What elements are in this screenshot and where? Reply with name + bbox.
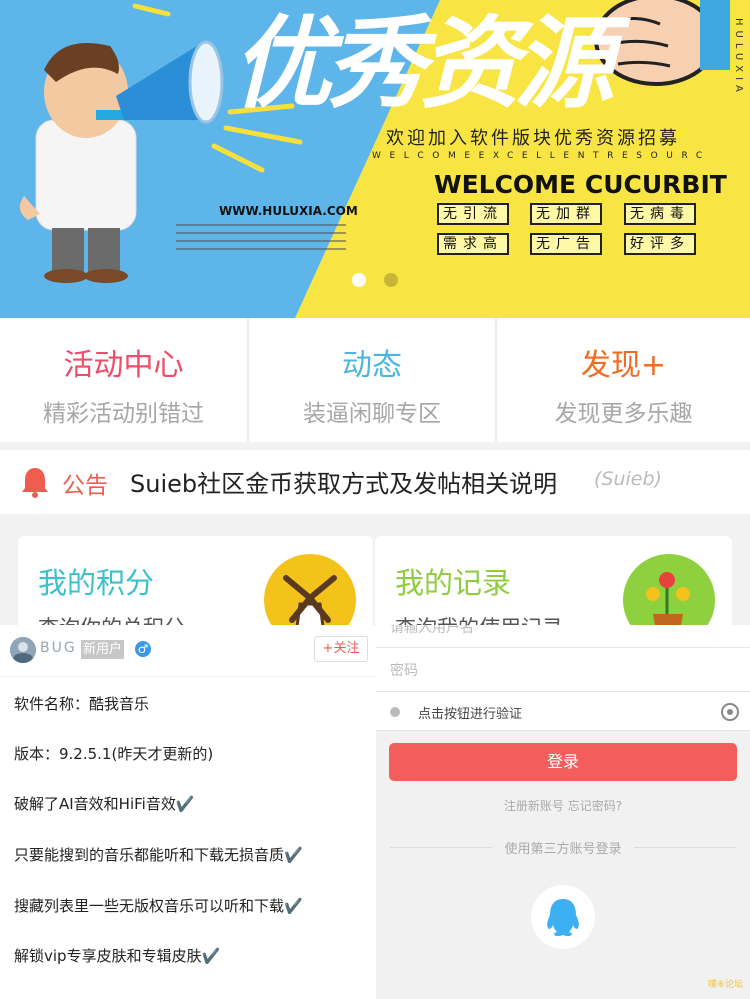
- banner-tag: 无引流: [437, 203, 509, 225]
- banner-welcome-cn: 欢迎加入软件版块优秀资源招募: [386, 128, 680, 149]
- nav-subtitle: 精彩活动别错过: [43, 401, 204, 427]
- banner-tag: 无加群: [530, 203, 602, 225]
- carousel-dot-active[interactable]: [352, 273, 366, 287]
- banner-tag: 好评多: [624, 233, 696, 255]
- banner-side-text: HULUXIA: [733, 18, 744, 97]
- post-line: 搜藏列表里一些无版权音乐可以听和下载✔️: [14, 897, 303, 915]
- qq-login-button[interactable]: [531, 885, 595, 949]
- post-line: 软件名称：酷我音乐: [14, 695, 150, 713]
- nav-subtitle: 发现更多乐趣: [554, 401, 693, 427]
- watermark-text: 噗⑥论坛: [708, 980, 744, 990]
- section-gap: [0, 442, 750, 450]
- nav-subtitle: 装逼闲聊专区: [303, 401, 441, 427]
- password-field[interactable]: 密码: [376, 647, 750, 691]
- banner-title: 优秀资源: [232, 5, 614, 122]
- divider: [390, 847, 492, 848]
- announcement-bar[interactable]: 公告 Suieb社区金币获取方式及发帖相关说明 (Suieb): [0, 450, 750, 514]
- post-line: 只要能搜到的音乐都能听和下载无损音质✔️: [14, 846, 303, 864]
- banner-welcome-en: WELCOME CUCURBIT: [434, 170, 727, 199]
- my-points-card[interactable]: 我的积分 查询你的总积分: [18, 536, 373, 628]
- username[interactable]: BUG: [40, 640, 77, 656]
- announcement-label: 公告: [62, 473, 108, 499]
- card-title: 我的积分: [38, 566, 155, 600]
- divider: [634, 847, 736, 848]
- announcement-text[interactable]: Suieb社区金币获取方式及发帖相关说明: [130, 464, 557, 499]
- third-party-label: 使用第三方账号登录: [504, 842, 622, 857]
- announcement-author: (Suieb): [594, 468, 662, 490]
- nav-discover[interactable]: 发现+ 发现更多乐趣: [497, 318, 750, 442]
- bell-icon: [22, 468, 48, 498]
- banner-welcome-en-spaced: WELCOMEEXCELLENTRESOURC: [372, 151, 711, 161]
- banner-fine-print: [176, 240, 346, 242]
- register-forgot-links[interactable]: 注册新账号 忘记密码?: [376, 797, 750, 814]
- post-panel: BUG 新用户 ♂ +关注 软件名称：酷我音乐 版本：9.2.5.1(昨天才更新…: [0, 625, 376, 999]
- post-header: BUG 新用户 ♂ +关注: [0, 625, 376, 677]
- quick-nav: 活动中心 精彩活动别错过 动态 装逼闲聊专区 发现+ 发现更多乐趣: [0, 318, 750, 442]
- username-field[interactable]: 请输入用户名: [376, 625, 750, 647]
- refresh-icon[interactable]: [720, 702, 740, 722]
- qq-icon: [547, 899, 579, 936]
- post-line: 版本：9.2.5.1(昨天才更新的): [14, 745, 214, 763]
- flower-pot-icon: [623, 554, 715, 628]
- banner-fine-print: [176, 224, 346, 226]
- captcha-text: 点击按钮进行验证: [418, 707, 523, 722]
- nav-title: 活动中心: [63, 348, 184, 383]
- login-panel: 请输入用户名 密码 点击按钮进行验证 登录 注册新账号 忘记密码? 使用第三方账…: [376, 625, 750, 999]
- username-placeholder: 请输入用户名: [390, 625, 474, 636]
- banner-site-url: WWW.HULUXIA.COM: [219, 204, 358, 218]
- nav-title: 发现+: [580, 348, 667, 383]
- password-placeholder: 密码: [390, 663, 418, 679]
- banner-tag: 需求高: [437, 233, 509, 255]
- follow-button[interactable]: +关注: [314, 636, 368, 662]
- nav-title: 动态: [342, 348, 402, 383]
- third-party-title: 使用第三方账号登录: [376, 838, 750, 857]
- banner-tag: 无病毒: [624, 203, 696, 225]
- my-records-card[interactable]: 我的记录 查询我的使用记录: [375, 536, 732, 628]
- login-button[interactable]: 登录: [389, 743, 737, 781]
- nav-activity-center[interactable]: 活动中心 精彩活动别错过: [0, 318, 247, 442]
- banner-tag: 无广告: [530, 233, 602, 255]
- post-line: 破解了AI音效和HiFi音效✔️: [14, 795, 195, 813]
- male-icon: ♂: [135, 641, 151, 657]
- card-title: 我的记录: [395, 566, 512, 600]
- banner-carousel[interactable]: 优秀资源 HULUXIA 欢迎加入软件版块优秀资源招募 WELCOMEEXCEL…: [0, 0, 750, 318]
- windmill-icon: [264, 554, 356, 628]
- nav-dynamic[interactable]: 动态 装逼闲聊专区: [249, 318, 495, 442]
- banner-fine-print: [176, 248, 346, 250]
- new-user-badge: 新用户: [81, 640, 125, 659]
- post-line: 解锁vip专享皮肤和专辑皮肤✔️: [14, 947, 221, 965]
- captcha-button[interactable]: 点击按钮进行验证: [376, 691, 750, 731]
- avatar[interactable]: [10, 637, 36, 663]
- banner-fine-print: [176, 232, 346, 234]
- captcha-dot-icon: [390, 707, 400, 717]
- carousel-dot[interactable]: [384, 273, 398, 287]
